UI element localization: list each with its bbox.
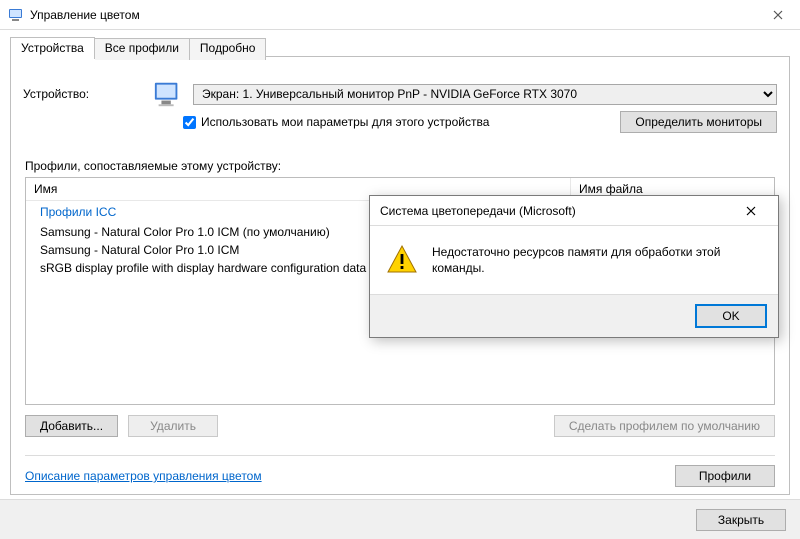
device-select[interactable]: Экран: 1. Универсальный монитор PnP - NV… [193,84,777,105]
tab-all-profiles[interactable]: Все профили [95,38,190,60]
dialog-ok-button[interactable]: OK [696,305,766,327]
add-button[interactable]: Добавить... [25,415,118,437]
profiles-label: Профили, сопоставляемые этому устройству… [25,159,281,173]
close-button[interactable]: Закрыть [696,509,786,531]
tab-strip: Устройства Все профили Подробно [0,36,800,58]
monitor-icon [153,79,183,109]
dialog-button-row: OK [370,294,778,337]
dialog-title: Система цветопередачи (Microsoft) [380,204,576,218]
warning-icon [386,244,418,276]
device-options-row: Использовать мои параметры для этого уст… [183,111,777,133]
divider [25,455,775,456]
device-row: Устройство: Экран: 1. Универсальный мони… [23,79,777,109]
bottom-strip: Закрыть [0,499,800,539]
use-my-settings-text: Использовать мои параметры для этого уст… [201,115,489,129]
titlebar: Управление цветом [0,0,800,30]
window-title: Управление цветом [30,8,140,22]
device-label: Устройство: [23,87,143,101]
profile-actions-row: Добавить... Удалить Сделать профилем по … [25,415,775,437]
window-close-button[interactable] [755,0,800,30]
dialog-body: Недостаточно ресурсов памяти для обработ… [370,226,778,294]
color-management-icon [8,7,24,23]
tab-devices[interactable]: Устройства [10,37,95,59]
tab-details[interactable]: Подробно [190,38,267,60]
use-my-settings-checkbox[interactable] [183,116,196,129]
dialog-message: Недостаточно ресурсов памяти для обработ… [432,244,764,284]
make-default-button: Сделать профилем по умолчанию [554,415,775,437]
color-params-description-link[interactable]: Описание параметров управления цветом [25,469,262,483]
error-dialog: Система цветопередачи (Microsoft) Недост… [369,195,779,338]
use-my-settings-label[interactable]: Использовать мои параметры для этого уст… [183,115,489,129]
dialog-titlebar: Система цветопередачи (Microsoft) [370,196,778,226]
remove-button: Удалить [128,415,218,437]
profiles-button[interactable]: Профили [675,465,775,487]
detect-monitors-button[interactable]: Определить мониторы [620,111,777,133]
footer-row: Описание параметров управления цветом Пр… [25,465,775,487]
dialog-close-button[interactable] [732,200,770,222]
